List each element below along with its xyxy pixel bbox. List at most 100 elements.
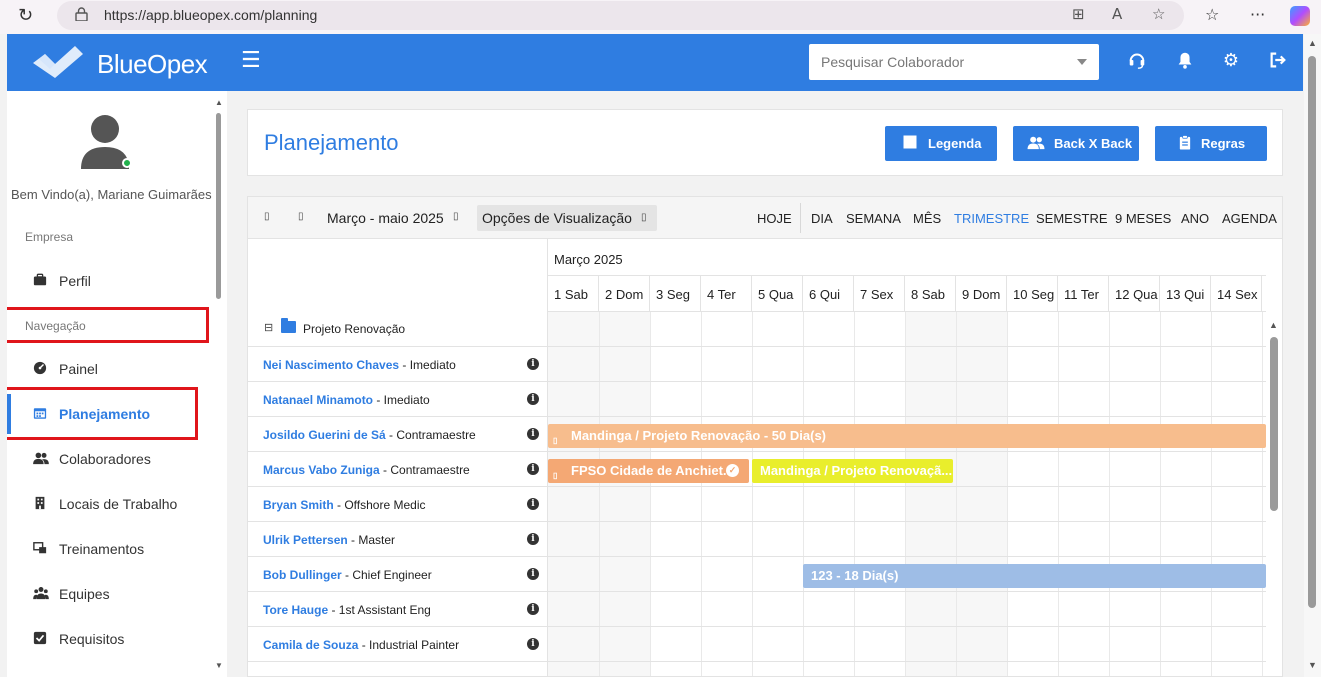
sidebar-scrollbar[interactable]: ▲ ▼ xyxy=(215,98,223,671)
view-hoje-button[interactable]: HOJE xyxy=(757,211,792,226)
view-semana-button[interactable]: SEMANA xyxy=(846,211,901,226)
resource-row[interactable]: Tore Hauge - 1st Assistant Eng i xyxy=(248,592,1266,627)
read-aloud-icon[interactable]: A xyxy=(1112,5,1122,23)
resource-name[interactable]: Marcus Vabo Zuniga xyxy=(263,463,380,477)
favorites-list-icon[interactable]: ☆ xyxy=(1205,5,1219,24)
event-bar[interactable]: 123 - 18 Dia(s) xyxy=(803,564,1266,588)
resource-name[interactable]: Tore Hauge xyxy=(263,603,328,617)
page-scrollbar[interactable]: ▲ ▼ xyxy=(1304,34,1321,677)
resource-row[interactable]: Natanael Minamoto - Imediato i xyxy=(248,382,1266,417)
app-window: BlueOpex ☰ Pesquisar Colaborador ⚙ Bem V… xyxy=(7,34,1303,677)
scroll-up-arrow-icon[interactable]: ▲ xyxy=(215,98,223,107)
event-bar[interactable]: ▯ Mandinga / Projeto Renovação - 50 Dia(… xyxy=(548,424,1266,448)
favorite-star-icon[interactable]: ☆ xyxy=(1152,5,1165,23)
info-icon[interactable]: i xyxy=(527,533,539,545)
scroll-up-arrow-icon[interactable]: ▲ xyxy=(1308,38,1317,48)
regras-button[interactable]: Regras xyxy=(1155,126,1267,161)
sidebar-item-painel[interactable]: Painel xyxy=(7,349,212,389)
info-icon[interactable]: i xyxy=(527,568,539,580)
resource-row[interactable]: Ulrik Pettersen - Master i xyxy=(248,522,1266,557)
more-options-icon[interactable]: ··· xyxy=(1250,5,1265,24)
scrollbar-thumb[interactable] xyxy=(1270,337,1278,511)
scroll-down-arrow-icon[interactable]: ▼ xyxy=(1308,660,1317,670)
resource-name[interactable]: Nei Nascimento Chaves xyxy=(263,358,399,372)
resource-row[interactable]: Camila de Souza - Industrial Painter i xyxy=(248,627,1266,662)
day-header: 3 Seg xyxy=(650,276,701,312)
scrollbar-thumb[interactable] xyxy=(216,113,221,299)
view-semestre-button[interactable]: SEMESTRE xyxy=(1036,211,1108,226)
info-icon[interactable]: i xyxy=(527,603,539,615)
next-arrow-icon[interactable]: ▯ xyxy=(298,211,304,222)
scheduler-scrollbar[interactable]: ▲ xyxy=(1268,320,1280,676)
backxback-label: Back X Back xyxy=(1054,136,1133,151)
checkbox-icon xyxy=(33,631,49,647)
resource-row[interactable]: Bryan Smith - Offshore Medic i xyxy=(248,487,1266,522)
resource-role: - Contramaestre xyxy=(385,428,476,442)
date-range-label[interactable]: Março - maio 2025 xyxy=(327,210,444,226)
scrollbar-thumb[interactable] xyxy=(1308,56,1316,608)
resource-name[interactable]: Bob Dullinger xyxy=(263,568,342,582)
day-header: 9 Dom xyxy=(956,276,1007,312)
scheduler: ▯ ▯ Março - maio 2025 ▯ Opções de Visual… xyxy=(247,196,1283,677)
info-icon[interactable]: i xyxy=(527,463,539,475)
event-bar[interactable]: Mandinga / Projeto Renovaçã... xyxy=(752,459,953,483)
sidebar-item-colaboradores[interactable]: Colaboradores xyxy=(7,439,212,479)
resource-name[interactable]: Ulrik Pettersen xyxy=(263,533,348,547)
headset-icon[interactable] xyxy=(1126,50,1148,72)
sidebar-item-locais[interactable]: Locais de Trabalho xyxy=(7,484,212,524)
scroll-up-arrow-icon[interactable]: ▲ xyxy=(1269,320,1278,330)
sidebar-item-treinamentos[interactable]: Treinamentos xyxy=(7,529,212,569)
hamburger-menu-icon[interactable]: ☰ xyxy=(241,48,261,73)
sidebar-item-equipes[interactable]: Equipes xyxy=(7,574,212,614)
legenda-button[interactable]: Legenda xyxy=(885,126,997,161)
resource-name[interactable]: Josildo Guerini de Sá xyxy=(263,428,386,442)
group-name: Projeto Renovação xyxy=(303,322,406,336)
logout-icon[interactable] xyxy=(1267,50,1289,72)
resource-name[interactable]: Camila de Souza xyxy=(263,638,358,652)
view-agenda-button[interactable]: AGENDA xyxy=(1222,211,1277,226)
resource-name[interactable]: Bryan Smith xyxy=(263,498,334,512)
search-placeholder: Pesquisar Colaborador xyxy=(821,54,965,70)
sidebar-item-label: Requisitos xyxy=(59,631,125,647)
folder-icon xyxy=(281,318,296,333)
day-header: 2 Dom xyxy=(599,276,650,312)
resource-row[interactable]: Nei Nascimento Chaves - Imediato i xyxy=(248,347,1266,382)
view-dia-button[interactable]: DIA xyxy=(811,211,833,226)
view-9meses-button[interactable]: 9 MESES xyxy=(1115,211,1171,226)
scroll-down-arrow-icon[interactable]: ▼ xyxy=(215,661,223,670)
view-mes-button[interactable]: MÊS xyxy=(913,211,941,226)
resource-role: - 1st Assistant Eng xyxy=(328,603,431,617)
event-bar[interactable]: ▯ FPSO Cidade de Anchiet... ✓ xyxy=(548,459,749,483)
view-trimestre-button[interactable]: TRIMESTRE xyxy=(954,211,1029,226)
view-options-dropdown[interactable]: Opções de Visualização ▯ xyxy=(477,205,657,231)
resource-name[interactable]: Natanael Minamoto xyxy=(263,393,373,407)
app-grid-icon[interactable]: ⊞ xyxy=(1072,5,1085,23)
backxback-button[interactable]: Back X Back xyxy=(1013,126,1139,161)
bell-icon[interactable] xyxy=(1174,50,1196,72)
gear-icon[interactable]: ⚙ xyxy=(1220,50,1242,72)
browser-toolbar: ↻ https://app.blueopex.com/planning ⊞ A … xyxy=(0,0,1321,34)
prev-arrow-icon[interactable]: ▯ xyxy=(264,211,270,222)
collapse-icon[interactable]: ⊟ xyxy=(264,321,273,334)
sidebar-item-perfil[interactable]: Perfil xyxy=(7,261,212,301)
info-icon[interactable]: i xyxy=(527,393,539,405)
day-header: 6 Qui xyxy=(803,276,854,312)
group-row[interactable]: ⊟ Projeto Renovação xyxy=(248,312,1266,347)
online-status-dot xyxy=(122,158,132,168)
url-text[interactable]: https://app.blueopex.com/planning xyxy=(104,7,317,23)
sidebar-item-requisitos[interactable]: Requisitos xyxy=(7,619,212,659)
address-bar[interactable]: https://app.blueopex.com/planning ⊞ A ☆ xyxy=(57,1,1184,30)
copilot-icon[interactable] xyxy=(1290,6,1310,26)
calendar-picker-icon[interactable]: ▯ xyxy=(453,211,459,222)
info-icon[interactable]: i xyxy=(527,638,539,650)
info-icon[interactable]: i xyxy=(527,428,539,440)
info-icon[interactable]: i xyxy=(527,498,539,510)
view-ano-button[interactable]: ANO xyxy=(1181,211,1209,226)
lock-icon xyxy=(75,7,88,21)
resource-row[interactable] xyxy=(248,662,1266,676)
info-icon[interactable]: i xyxy=(527,358,539,370)
event-label: 123 - 18 Dia(s) xyxy=(811,568,899,583)
sidebar-item-label: Equipes xyxy=(59,586,110,602)
reload-icon[interactable]: ↻ xyxy=(18,5,33,26)
search-collaborator-select[interactable]: Pesquisar Colaborador xyxy=(809,44,1099,80)
